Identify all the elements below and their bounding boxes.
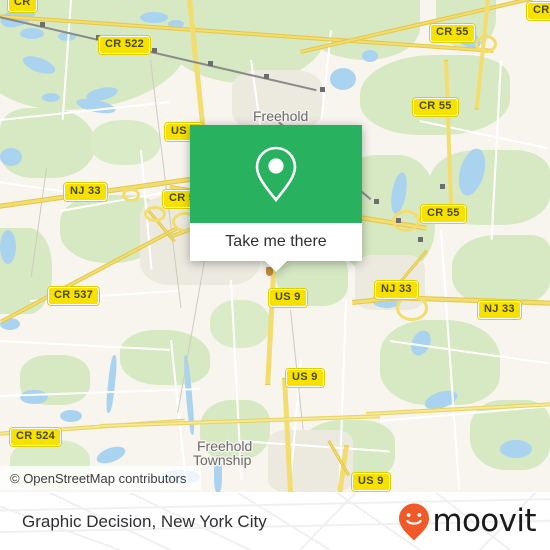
destination-popup-card[interactable]: Take me there: [190, 125, 362, 272]
road-shield-nj33: NJ 33: [477, 300, 522, 320]
water-body: [330, 68, 356, 90]
water-body: [20, 390, 48, 404]
road-shield-cr55: CR 55: [412, 97, 459, 117]
moovit-pin-icon: [399, 503, 430, 540]
railway-tick: [320, 87, 325, 92]
take-me-there-label: Take me there: [225, 233, 327, 250]
road-shield-us9: US 9: [351, 472, 391, 492]
place-label-freehold-township-2: Township: [193, 452, 252, 468]
road-shield-cr524: CR 524: [8, 427, 63, 447]
water-body: [0, 230, 16, 264]
moovit-logo[interactable]: moovit: [397, 502, 537, 542]
map-attribution[interactable]: © OpenStreetMap contributors: [0, 466, 201, 490]
interchange-loop: [475, 35, 497, 53]
woodland-area: [90, 120, 160, 165]
take-me-there-button[interactable]: Take me there: [190, 223, 362, 261]
railway-tick: [440, 184, 445, 189]
road-shield-us9: US 9: [268, 288, 308, 308]
railway-tick: [264, 74, 269, 79]
place-label-freehold: Freehold: [253, 108, 309, 124]
road-shield-nj33: NJ 33: [63, 182, 108, 202]
moovit-wordmark: moovit: [432, 503, 536, 539]
road-shield-nj33: NJ 33: [374, 280, 419, 300]
footer-bar: Graphic Decision, New York City moovit: [0, 492, 550, 550]
woodland-area: [120, 330, 210, 385]
map-pin-icon: [255, 146, 297, 203]
water-body: [42, 93, 60, 102]
railway-tick: [396, 218, 401, 223]
railway-tick: [40, 22, 45, 27]
page-title: Graphic Decision, New York City: [22, 511, 267, 531]
road-shield-cr537: CR 537: [46, 286, 101, 306]
water-body: [60, 410, 82, 422]
popup-pin-panel: [190, 125, 362, 223]
popup-tail-pointer: [265, 261, 287, 272]
interchange-loop: [122, 188, 140, 202]
attribution-text: © OpenStreetMap contributors: [10, 470, 187, 486]
map-screenshot: Freehold Freehold Township CR 522 CR 55 …: [0, 0, 550, 550]
railway-tick: [208, 61, 213, 66]
water-body: [500, 440, 532, 458]
water-body: [362, 50, 378, 62]
water-body: [20, 28, 44, 39]
woodland-area: [210, 300, 270, 348]
road-shield-cr522: CR 522: [97, 35, 152, 55]
railway-tick: [152, 48, 157, 53]
road-shield-cr-clipped-left: CR: [7, 0, 38, 13]
water-body: [0, 148, 22, 166]
road-shield-cr55: CR 55: [429, 23, 476, 43]
interchange-loop: [144, 206, 166, 222]
road-shield-cr55: CR 55: [420, 204, 467, 224]
map-canvas[interactable]: Freehold Freehold Township CR 522 CR 55 …: [0, 0, 550, 492]
railway-tick: [418, 237, 423, 242]
water-body: [140, 12, 168, 23]
railway-tick: [374, 199, 379, 204]
woodland-area: [452, 235, 550, 305]
road-shield-cr-clipped-right: CR: [526, 1, 550, 21]
road-shield-us9: US 9: [285, 368, 325, 388]
